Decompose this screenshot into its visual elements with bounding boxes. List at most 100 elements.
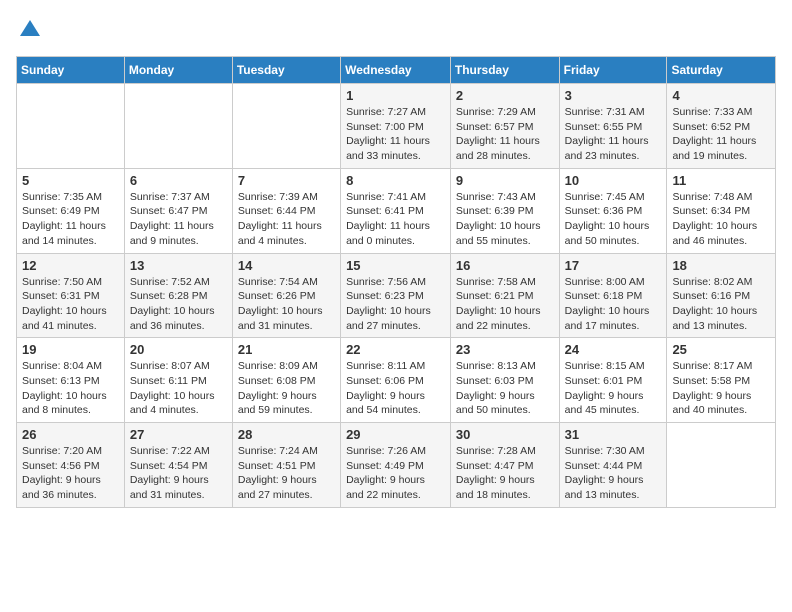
day-number: 12	[22, 258, 119, 273]
day-number: 8	[346, 173, 445, 188]
day-cell: 23 Sunrise: 8:13 AM Sunset: 6:03 PM Dayli…	[450, 338, 559, 423]
day-cell	[232, 84, 340, 169]
day-number: 10	[565, 173, 662, 188]
page-header	[16, 16, 776, 44]
day-info: Sunrise: 8:00 AM Sunset: 6:18 PM Dayligh…	[565, 275, 662, 334]
day-cell: 29Sunrise: 7:26 AM Sunset: 4:49 PM Dayli…	[341, 423, 451, 508]
day-number: 30	[456, 427, 554, 442]
day-info: Sunrise: 7:56 AM Sunset: 6:23 PM Dayligh…	[346, 275, 445, 334]
day-number: 16	[456, 258, 554, 273]
day-cell: 20 Sunrise: 8:07 AM Sunset: 6:11 PM Dayli…	[124, 338, 232, 423]
day-cell: 28 Sunrise: 7:24 AM Sunset: 4:51 PM Dayli…	[232, 423, 340, 508]
day-cell: 2Sunrise: 7:29 AM Sunset: 6:57 PM Daylig…	[450, 84, 559, 169]
day-cell: 31Sunrise: 7:30 AM Sunset: 4:44 PM Dayli…	[559, 423, 667, 508]
day-cell: 9 Sunrise: 7:43 AM Sunset: 6:39 PM Daylig…	[450, 168, 559, 253]
day-cell: 10Sunrise: 7:45 AM Sunset: 6:36 PM Dayli…	[559, 168, 667, 253]
day-cell: 1Sunrise: 7:27 AM Sunset: 7:00 PM Daylig…	[341, 84, 451, 169]
day-info: Sunrise: 8:15 AM Sunset: 6:01 PM Dayligh…	[565, 359, 662, 418]
day-number: 13	[130, 258, 227, 273]
day-cell: 22Sunrise: 8:11 AM Sunset: 6:06 PM Dayli…	[341, 338, 451, 423]
day-number: 19	[22, 342, 119, 357]
day-info: Sunrise: 7:58 AM Sunset: 6:21 PM Dayligh…	[456, 275, 554, 334]
column-header-tuesday: Tuesday	[232, 57, 340, 84]
day-info: Sunrise: 7:37 AM Sunset: 6:47 PM Dayligh…	[130, 190, 227, 249]
day-info: Sunrise: 7:35 AM Sunset: 6:49 PM Dayligh…	[22, 190, 119, 249]
day-cell: 7 Sunrise: 7:39 AM Sunset: 6:44 PM Daylig…	[232, 168, 340, 253]
day-number: 11	[672, 173, 770, 188]
day-info: Sunrise: 7:20 AM Sunset: 4:56 PM Dayligh…	[22, 444, 119, 503]
day-info: Sunrise: 7:27 AM Sunset: 7:00 PM Dayligh…	[346, 105, 445, 164]
day-number: 25	[672, 342, 770, 357]
day-info: Sunrise: 7:41 AM Sunset: 6:41 PM Dayligh…	[346, 190, 445, 249]
column-header-friday: Friday	[559, 57, 667, 84]
day-number: 2	[456, 88, 554, 103]
day-info: Sunrise: 8:02 AM Sunset: 6:16 PM Dayligh…	[672, 275, 770, 334]
day-number: 23	[456, 342, 554, 357]
day-info: Sunrise: 7:24 AM Sunset: 4:51 PM Dayligh…	[238, 444, 335, 503]
day-number: 18	[672, 258, 770, 273]
day-cell: 17Sunrise: 8:00 AM Sunset: 6:18 PM Dayli…	[559, 253, 667, 338]
day-cell: 13 Sunrise: 7:52 AM Sunset: 6:28 PM Dayli…	[124, 253, 232, 338]
day-cell: 11 Sunrise: 7:48 AM Sunset: 6:34 PM Dayli…	[667, 168, 776, 253]
header-row: SundayMondayTuesdayWednesdayThursdayFrid…	[17, 57, 776, 84]
day-info: Sunrise: 7:50 AM Sunset: 6:31 PM Dayligh…	[22, 275, 119, 334]
day-cell: 19 Sunrise: 8:04 AM Sunset: 6:13 PM Dayli…	[17, 338, 125, 423]
day-cell: 6 Sunrise: 7:37 AM Sunset: 6:47 PM Daylig…	[124, 168, 232, 253]
day-info: Sunrise: 7:31 AM Sunset: 6:55 PM Dayligh…	[565, 105, 662, 164]
day-number: 24	[565, 342, 662, 357]
day-cell: 27 Sunrise: 7:22 AM Sunset: 4:54 PM Dayli…	[124, 423, 232, 508]
day-cell: 5 Sunrise: 7:35 AM Sunset: 6:49 PM Daylig…	[17, 168, 125, 253]
week-row-5: 26 Sunrise: 7:20 AM Sunset: 4:56 PM Dayli…	[17, 423, 776, 508]
day-info: Sunrise: 8:13 AM Sunset: 6:03 PM Dayligh…	[456, 359, 554, 418]
day-info: Sunrise: 7:54 AM Sunset: 6:26 PM Dayligh…	[238, 275, 335, 334]
day-cell: 14 Sunrise: 7:54 AM Sunset: 6:26 PM Dayli…	[232, 253, 340, 338]
calendar-table: SundayMondayTuesdayWednesdayThursdayFrid…	[16, 56, 776, 508]
column-header-monday: Monday	[124, 57, 232, 84]
day-info: Sunrise: 7:52 AM Sunset: 6:28 PM Dayligh…	[130, 275, 227, 334]
day-number: 3	[565, 88, 662, 103]
day-cell: 8 Sunrise: 7:41 AM Sunset: 6:41 PM Daylig…	[341, 168, 451, 253]
day-info: Sunrise: 7:22 AM Sunset: 4:54 PM Dayligh…	[130, 444, 227, 503]
day-info: Sunrise: 8:07 AM Sunset: 6:11 PM Dayligh…	[130, 359, 227, 418]
day-number: 5	[22, 173, 119, 188]
day-cell: 21Sunrise: 8:09 AM Sunset: 6:08 PM Dayli…	[232, 338, 340, 423]
day-cell: 16 Sunrise: 7:58 AM Sunset: 6:21 PM Dayli…	[450, 253, 559, 338]
logo	[16, 16, 48, 44]
day-number: 14	[238, 258, 335, 273]
day-cell: 30 Sunrise: 7:28 AM Sunset: 4:47 PM Dayli…	[450, 423, 559, 508]
day-cell: 12 Sunrise: 7:50 AM Sunset: 6:31 PM Dayli…	[17, 253, 125, 338]
day-number: 15	[346, 258, 445, 273]
day-number: 6	[130, 173, 227, 188]
day-number: 27	[130, 427, 227, 442]
week-row-2: 5 Sunrise: 7:35 AM Sunset: 6:49 PM Daylig…	[17, 168, 776, 253]
day-cell	[667, 423, 776, 508]
day-info: Sunrise: 8:09 AM Sunset: 6:08 PM Dayligh…	[238, 359, 335, 418]
day-info: Sunrise: 8:04 AM Sunset: 6:13 PM Dayligh…	[22, 359, 119, 418]
column-header-saturday: Saturday	[667, 57, 776, 84]
day-cell	[17, 84, 125, 169]
day-cell: 25 Sunrise: 8:17 AM Sunset: 5:58 PM Dayli…	[667, 338, 776, 423]
day-number: 28	[238, 427, 335, 442]
day-number: 4	[672, 88, 770, 103]
day-number: 9	[456, 173, 554, 188]
day-number: 26	[22, 427, 119, 442]
day-number: 20	[130, 342, 227, 357]
column-header-wednesday: Wednesday	[341, 57, 451, 84]
day-info: Sunrise: 7:26 AM Sunset: 4:49 PM Dayligh…	[346, 444, 445, 503]
day-cell: 4 Sunrise: 7:33 AM Sunset: 6:52 PM Daylig…	[667, 84, 776, 169]
week-row-4: 19 Sunrise: 8:04 AM Sunset: 6:13 PM Dayli…	[17, 338, 776, 423]
day-info: Sunrise: 7:48 AM Sunset: 6:34 PM Dayligh…	[672, 190, 770, 249]
day-cell: 3 Sunrise: 7:31 AM Sunset: 6:55 PM Daylig…	[559, 84, 667, 169]
day-cell: 18 Sunrise: 8:02 AM Sunset: 6:16 PM Dayli…	[667, 253, 776, 338]
day-cell	[124, 84, 232, 169]
day-info: Sunrise: 7:28 AM Sunset: 4:47 PM Dayligh…	[456, 444, 554, 503]
logo-icon	[16, 16, 44, 44]
week-row-3: 12 Sunrise: 7:50 AM Sunset: 6:31 PM Dayli…	[17, 253, 776, 338]
day-info: Sunrise: 7:39 AM Sunset: 6:44 PM Dayligh…	[238, 190, 335, 249]
day-number: 7	[238, 173, 335, 188]
day-info: Sunrise: 8:17 AM Sunset: 5:58 PM Dayligh…	[672, 359, 770, 418]
day-info: Sunrise: 7:30 AM Sunset: 4:44 PM Dayligh…	[565, 444, 662, 503]
day-info: Sunrise: 7:43 AM Sunset: 6:39 PM Dayligh…	[456, 190, 554, 249]
day-cell: 15 Sunrise: 7:56 AM Sunset: 6:23 PM Dayli…	[341, 253, 451, 338]
day-info: Sunrise: 7:33 AM Sunset: 6:52 PM Dayligh…	[672, 105, 770, 164]
